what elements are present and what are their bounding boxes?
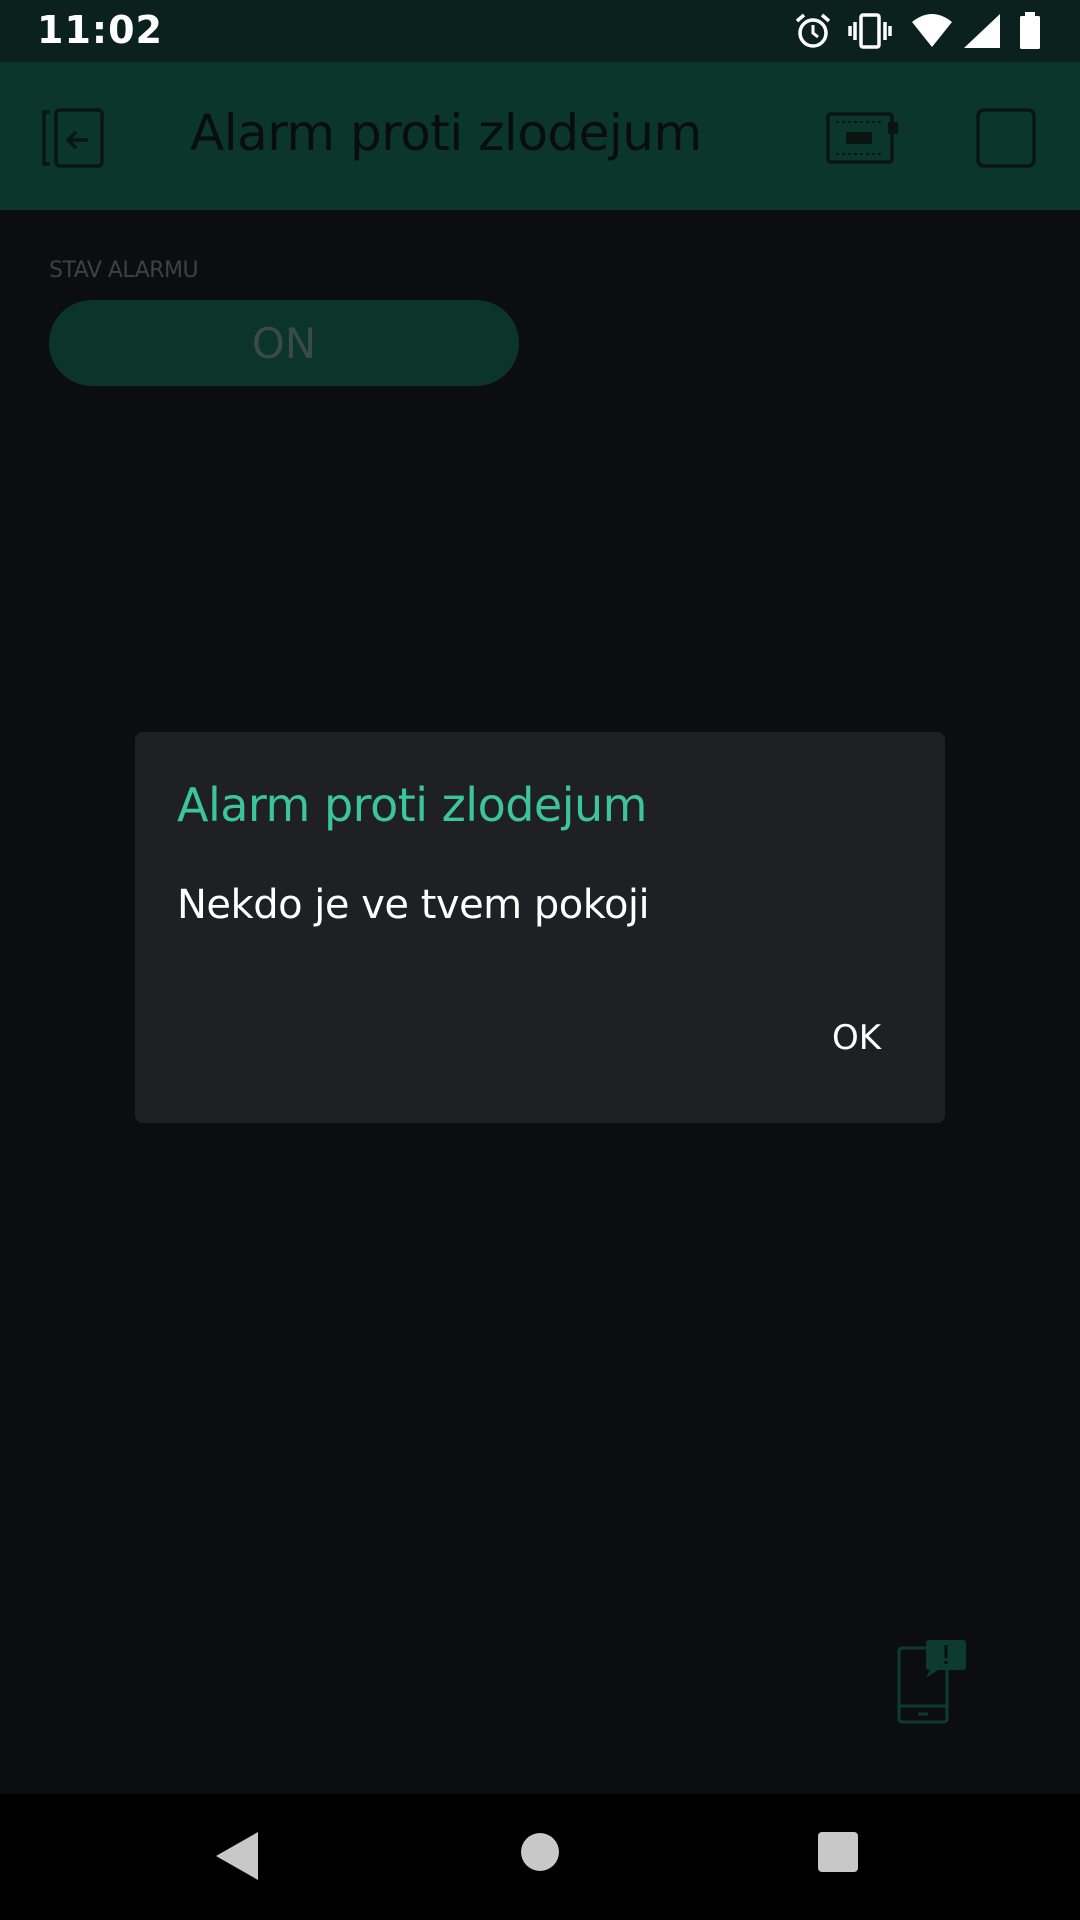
widget-label: STAV ALARMU [49, 258, 199, 283]
navigation-bar [0, 1794, 1080, 1920]
square-icon[interactable] [976, 108, 1036, 168]
status-time: 11:02 [37, 8, 163, 52]
app-bar: Alarm proti zlodejum [0, 62, 1080, 210]
dialog-title: Alarm proti zlodejum [177, 778, 647, 832]
status-bar: 11:02 [0, 0, 1080, 62]
cell-signal-icon [964, 14, 1000, 48]
recents-icon[interactable] [816, 1830, 860, 1874]
vibrate-icon [848, 13, 892, 49]
phone-notification-icon[interactable] [896, 1636, 968, 1726]
ok-button[interactable]: OK [828, 1012, 885, 1064]
device-board-icon[interactable] [826, 110, 898, 166]
exit-project-icon[interactable] [42, 108, 104, 168]
screen: 11:02 Alarm proti zlodejum STAV ALARMU O… [0, 0, 1080, 1920]
app-title: Alarm proti zlodejum [190, 104, 702, 162]
wifi-icon [912, 14, 952, 47]
alarm-icon [795, 13, 831, 48]
alarm-toggle-button[interactable]: ON [49, 300, 519, 386]
alert-dialog: Alarm proti zlodejum Nekdo je ve tvem po… [135, 732, 945, 1123]
back-icon[interactable] [214, 1830, 260, 1882]
toggle-button-label: ON [251, 318, 317, 368]
battery-icon [1020, 12, 1040, 49]
home-icon[interactable] [520, 1832, 560, 1872]
dialog-message: Nekdo je ve tvem pokoji [177, 882, 650, 928]
